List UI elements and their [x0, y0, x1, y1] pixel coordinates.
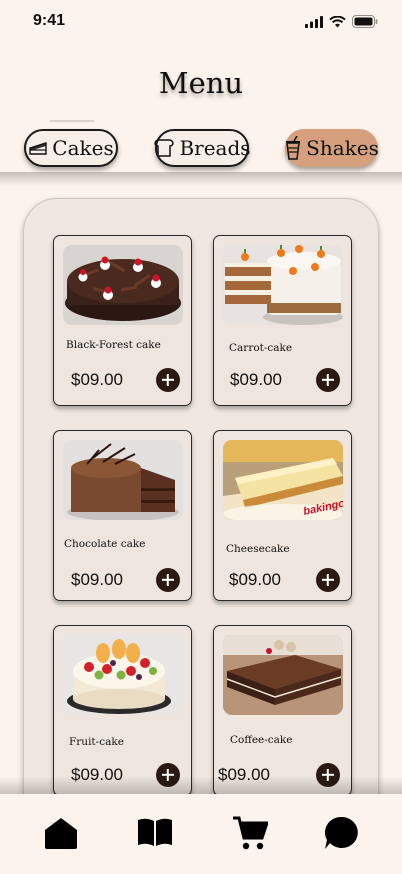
product-name: Coffee-cake [230, 734, 293, 746]
tab-cakes[interactable]: Cakes [24, 129, 118, 167]
product-price: $09.00 [229, 570, 281, 589]
page-title: Menu [158, 66, 244, 100]
chat-icon [324, 816, 358, 849]
product-name: Carrot-cake [229, 342, 293, 354]
home-icon [45, 818, 77, 849]
nav-chat[interactable] [324, 816, 360, 850]
product-name: Fruit-cake [69, 736, 124, 748]
nav-home[interactable] [43, 816, 79, 850]
product-card[interactable]: Fruit-cake $09.00 [53, 625, 192, 796]
add-button[interactable] [156, 568, 180, 592]
product-price: $09.00 [71, 370, 123, 389]
product-name: Black-Forest cake [66, 339, 161, 351]
coffee-cake-photo [223, 635, 343, 715]
nav-menu[interactable] [137, 816, 173, 850]
product-name: Chocolate cake [64, 538, 146, 550]
status-icons [305, 15, 378, 28]
add-button[interactable] [316, 568, 340, 592]
tab-breads[interactable]: Breads [154, 129, 251, 167]
carrot-cake-photo [223, 245, 343, 325]
tab-breads-label: Breads [179, 136, 251, 160]
battery-icon [352, 15, 378, 28]
bottom-shade [0, 776, 402, 794]
tab-shakes-label: Shakes [306, 136, 379, 160]
chocolate-cake-photo [63, 440, 183, 520]
signal-icon [305, 15, 323, 28]
tab-cakes-label: Cakes [52, 136, 114, 160]
product-panel: Black-Forest cake $09.00 Carrot-cake $09… [23, 198, 379, 838]
shake-icon [286, 136, 301, 160]
cheesecake-photo: bakingo [223, 440, 343, 520]
product-card[interactable]: bakingo Cheesecake $09.00 [213, 430, 352, 601]
header-divider [0, 172, 402, 186]
product-card[interactable]: Black-Forest cake $09.00 [53, 235, 192, 406]
product-price: $09.00 [230, 370, 282, 389]
fruit-cake-photo [63, 635, 183, 715]
add-button[interactable] [156, 368, 180, 392]
title-underline [50, 120, 94, 122]
product-card[interactable]: Coffee-cake $09.00 [213, 625, 352, 796]
bottom-nav [0, 794, 402, 874]
category-tabs: Cakes Breads Shakes [0, 129, 402, 169]
nav-cart[interactable] [232, 816, 270, 850]
status-bar: 9:41 [0, 0, 402, 44]
wifi-icon [329, 15, 346, 27]
tab-shakes[interactable]: Shakes [285, 129, 379, 167]
add-button[interactable] [316, 368, 340, 392]
status-time: 9:41 [33, 12, 66, 29]
cake-icon [29, 142, 47, 155]
product-price: $09.00 [71, 570, 123, 589]
product-card[interactable]: Carrot-cake $09.00 [213, 235, 352, 406]
black-forest-cake-photo [63, 245, 183, 325]
cart-icon [233, 816, 270, 850]
bread-icon [154, 139, 175, 157]
product-card[interactable]: Chocolate cake $09.00 [53, 430, 192, 601]
product-name: Cheesecake [226, 543, 290, 555]
menu-book-icon [138, 818, 172, 846]
